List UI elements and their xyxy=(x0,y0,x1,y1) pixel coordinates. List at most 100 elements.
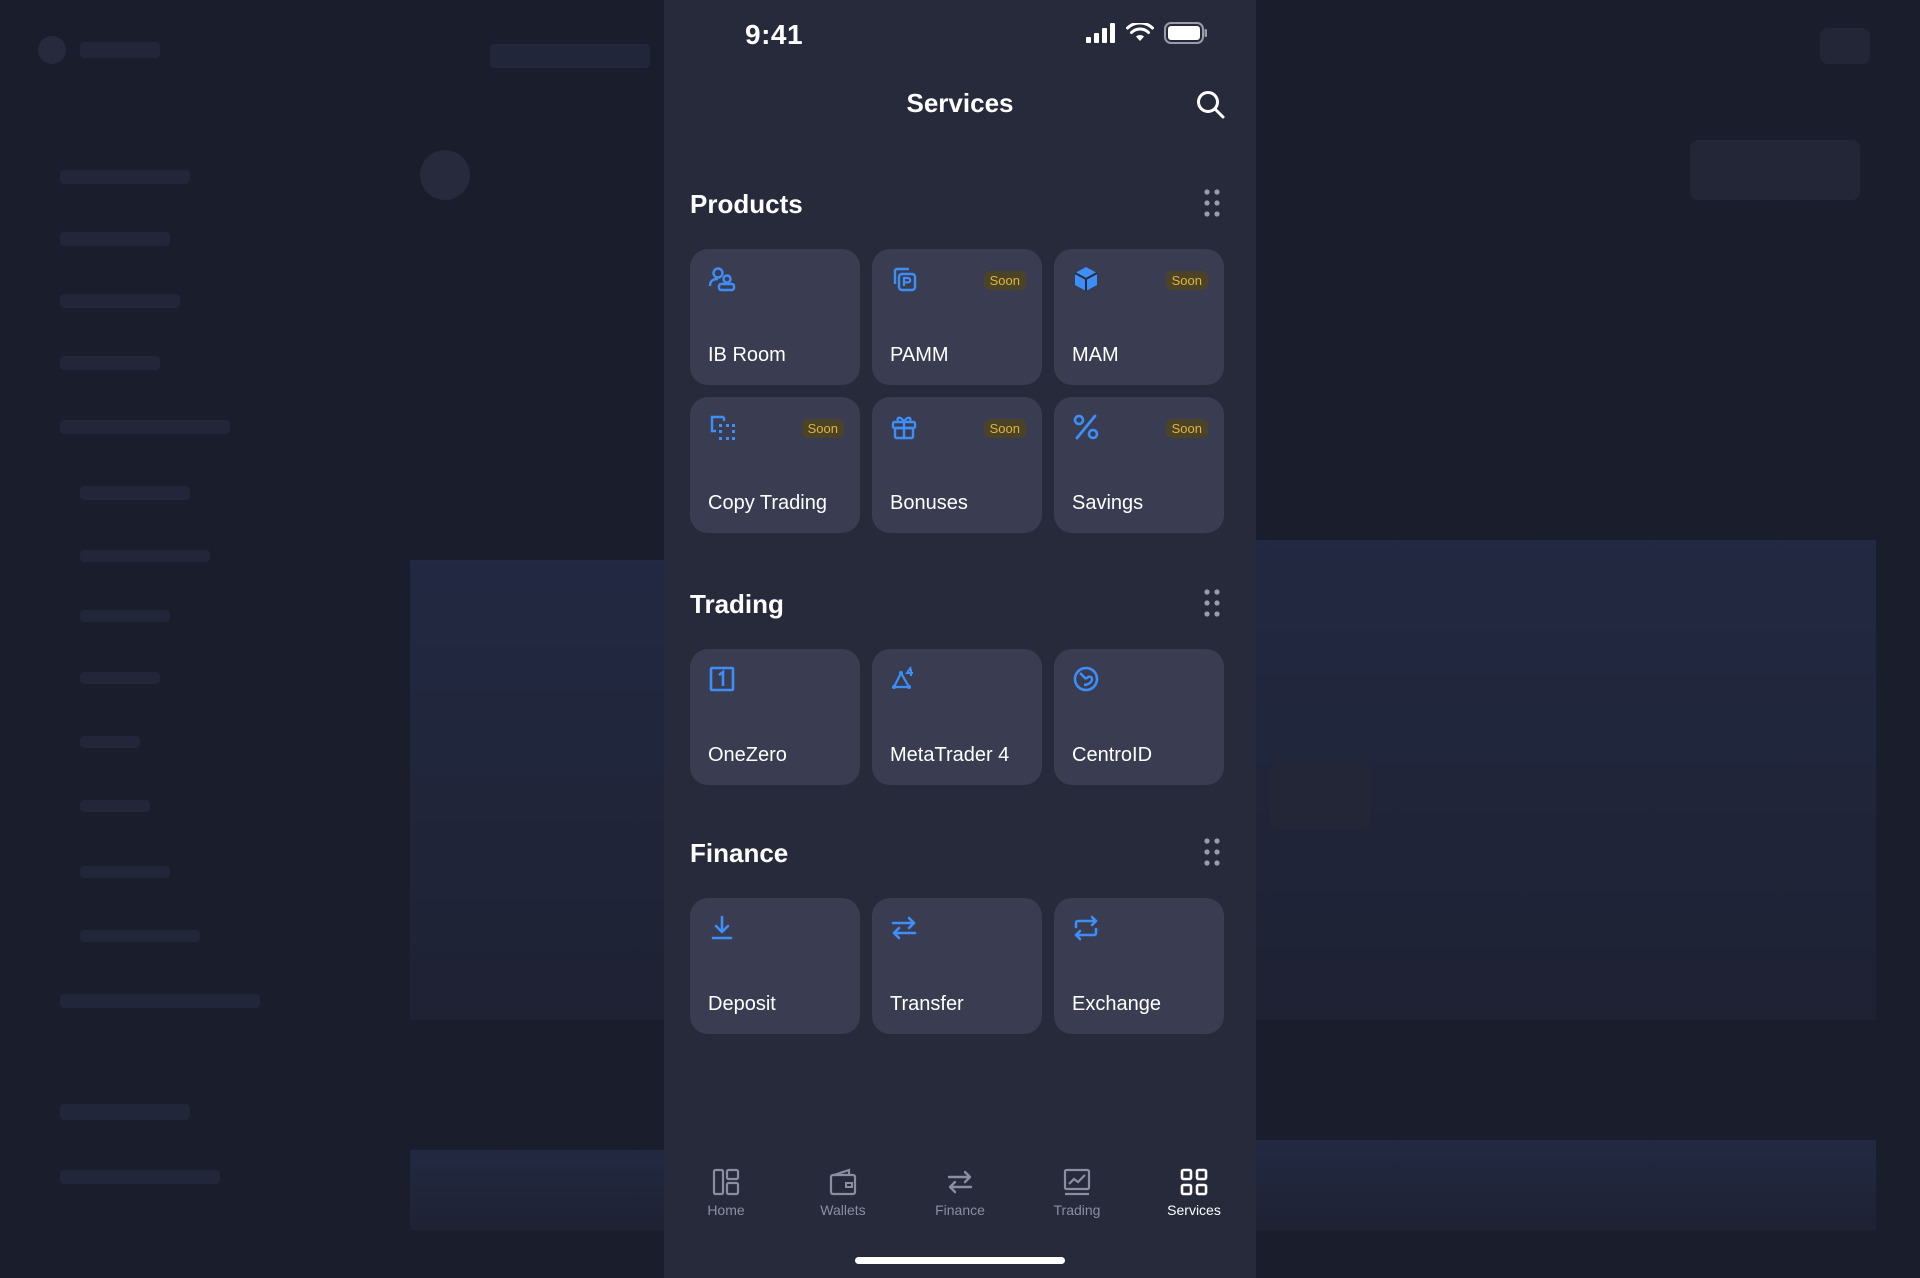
soon-badge: Soon xyxy=(801,419,844,438)
background-nav-1 xyxy=(60,170,190,184)
drag-dots-icon xyxy=(1204,589,1220,617)
background-profile xyxy=(1820,28,1870,64)
service-card-label: Deposit xyxy=(708,993,776,1015)
mam-cube-icon xyxy=(1074,267,1098,291)
service-card-label: IB Room xyxy=(708,344,786,366)
tab-label: Trading xyxy=(1053,1202,1101,1218)
background-nav-11 xyxy=(80,800,150,812)
deposit-icon xyxy=(711,915,733,940)
home-icon xyxy=(712,1168,740,1196)
trading-section: Trading OneZero MetaTrader 4 CentroID xyxy=(690,585,1230,785)
background-nav-6 xyxy=(80,486,190,500)
service-card-label: CentroID xyxy=(1072,744,1153,766)
trading-icon xyxy=(1063,1168,1091,1196)
background-chart-bottom-right xyxy=(1256,1140,1876,1230)
service-card-pamm[interactable]: Soon PAMM xyxy=(872,249,1042,385)
gift-icon xyxy=(891,416,917,440)
service-card-bonuses[interactable]: Soon Bonuses xyxy=(872,397,1042,533)
tab-finance[interactable]: Finance xyxy=(910,1168,1010,1218)
tab-label: Services xyxy=(1167,1202,1221,1218)
search-icon xyxy=(1197,91,1225,119)
tab-wallets[interactable]: Wallets xyxy=(793,1168,893,1218)
home-indicator xyxy=(855,1257,1065,1264)
tab-home[interactable]: Home xyxy=(676,1168,776,1218)
products-grid: IB Room Soon PAMM Soon MAM Soon Copy Tra… xyxy=(690,249,1230,533)
background-nav-5 xyxy=(60,420,230,434)
status-time: 9:41 xyxy=(745,19,804,50)
service-card-label: Transfer xyxy=(890,993,964,1015)
battery-icon xyxy=(1164,22,1207,44)
service-card-label: Copy Trading xyxy=(708,492,827,514)
service-card-label: OneZero xyxy=(708,744,787,766)
service-card-mam[interactable]: Soon MAM xyxy=(1054,249,1224,385)
finance-section-header: Finance xyxy=(690,834,1230,874)
drag-dots-icon xyxy=(1204,189,1220,217)
background-nav-8 xyxy=(80,610,170,622)
background-logo xyxy=(38,36,66,64)
wallet-icon xyxy=(829,1168,857,1196)
cellular-signal-icon xyxy=(1086,23,1115,43)
status-icons xyxy=(1086,22,1208,44)
service-card-onezero[interactable]: OneZero xyxy=(690,649,860,785)
soon-badge: Soon xyxy=(983,419,1026,438)
products-section-title: Products xyxy=(690,189,803,219)
status-bar: 9:41 xyxy=(664,0,1256,70)
service-card-label: MetaTrader 4 xyxy=(890,744,1010,766)
soon-badge: Soon xyxy=(1165,419,1208,438)
service-card-label: Exchange xyxy=(1072,993,1161,1015)
header: Services xyxy=(664,78,1256,130)
pamm-icon xyxy=(893,267,917,292)
service-card-savings[interactable]: Soon Savings xyxy=(1054,397,1224,533)
copy-trading-icon xyxy=(710,415,735,440)
bottom-tab-bar: Home Wallets Finance Trading Services xyxy=(664,1150,1256,1250)
background-nav-15 xyxy=(60,1104,190,1120)
service-card-metatrader-4[interactable]: MetaTrader 4 xyxy=(872,649,1042,785)
finance-reorder-handle[interactable] xyxy=(1202,836,1222,868)
background-heading xyxy=(490,44,650,68)
service-card-centroid[interactable]: CentroID xyxy=(1054,649,1224,785)
background-nav-12 xyxy=(80,866,170,878)
service-card-transfer[interactable]: Transfer xyxy=(872,898,1042,1034)
background-nav-2 xyxy=(60,232,170,246)
background-chart-left xyxy=(410,560,664,1020)
trading-grid: OneZero MetaTrader 4 CentroID xyxy=(690,649,1230,785)
tab-services[interactable]: Services xyxy=(1144,1168,1244,1218)
centroid-icon xyxy=(1073,666,1099,692)
services-icon xyxy=(1180,1168,1208,1196)
finance-section-title: Finance xyxy=(690,838,789,868)
service-card-label: Bonuses xyxy=(890,492,968,514)
service-card-copy-trading[interactable]: Soon Copy Trading xyxy=(690,397,860,533)
tab-label: Finance xyxy=(935,1202,985,1218)
transfer-icon xyxy=(891,916,917,940)
products-section-header: Products xyxy=(690,185,1230,225)
service-card-ib-room[interactable]: IB Room xyxy=(690,249,860,385)
trading-reorder-handle[interactable] xyxy=(1202,587,1222,619)
products-reorder-handle[interactable] xyxy=(1202,187,1222,219)
search-button[interactable] xyxy=(1194,88,1228,122)
finance-grid: Deposit Transfer Exchange xyxy=(690,898,1230,1034)
background-tooltip xyxy=(1270,760,1370,830)
background-button xyxy=(1690,140,1860,200)
finance-section: Finance Deposit Transfer Exchange xyxy=(690,834,1230,1034)
trading-section-header: Trading xyxy=(690,585,1230,625)
products-section: Products IB Room Soon PAMM Soon MAM Soon… xyxy=(690,185,1230,533)
background-nav-16 xyxy=(60,1170,220,1184)
soon-badge: Soon xyxy=(983,271,1026,290)
background-avatar xyxy=(420,150,470,200)
tab-label: Wallets xyxy=(820,1202,866,1218)
service-card-label: MAM xyxy=(1072,344,1119,366)
background-nav-9 xyxy=(80,672,160,684)
service-card-exchange[interactable]: Exchange xyxy=(1054,898,1224,1034)
tab-trading[interactable]: Trading xyxy=(1027,1168,1127,1218)
ib-room-icon xyxy=(708,267,736,292)
background-nav-13 xyxy=(80,930,200,942)
tab-label: Home xyxy=(707,1202,745,1218)
services-screen: 9:41 Services Products IB Room Soon PAMM… xyxy=(664,0,1256,1278)
background-brand xyxy=(80,42,160,58)
background-nav-10 xyxy=(80,736,140,748)
service-card-deposit[interactable]: Deposit xyxy=(690,898,860,1034)
service-card-label: PAMM xyxy=(890,344,949,366)
background-nav-14 xyxy=(60,994,260,1008)
soon-badge: Soon xyxy=(1165,271,1208,290)
background-nav-7 xyxy=(80,550,210,562)
